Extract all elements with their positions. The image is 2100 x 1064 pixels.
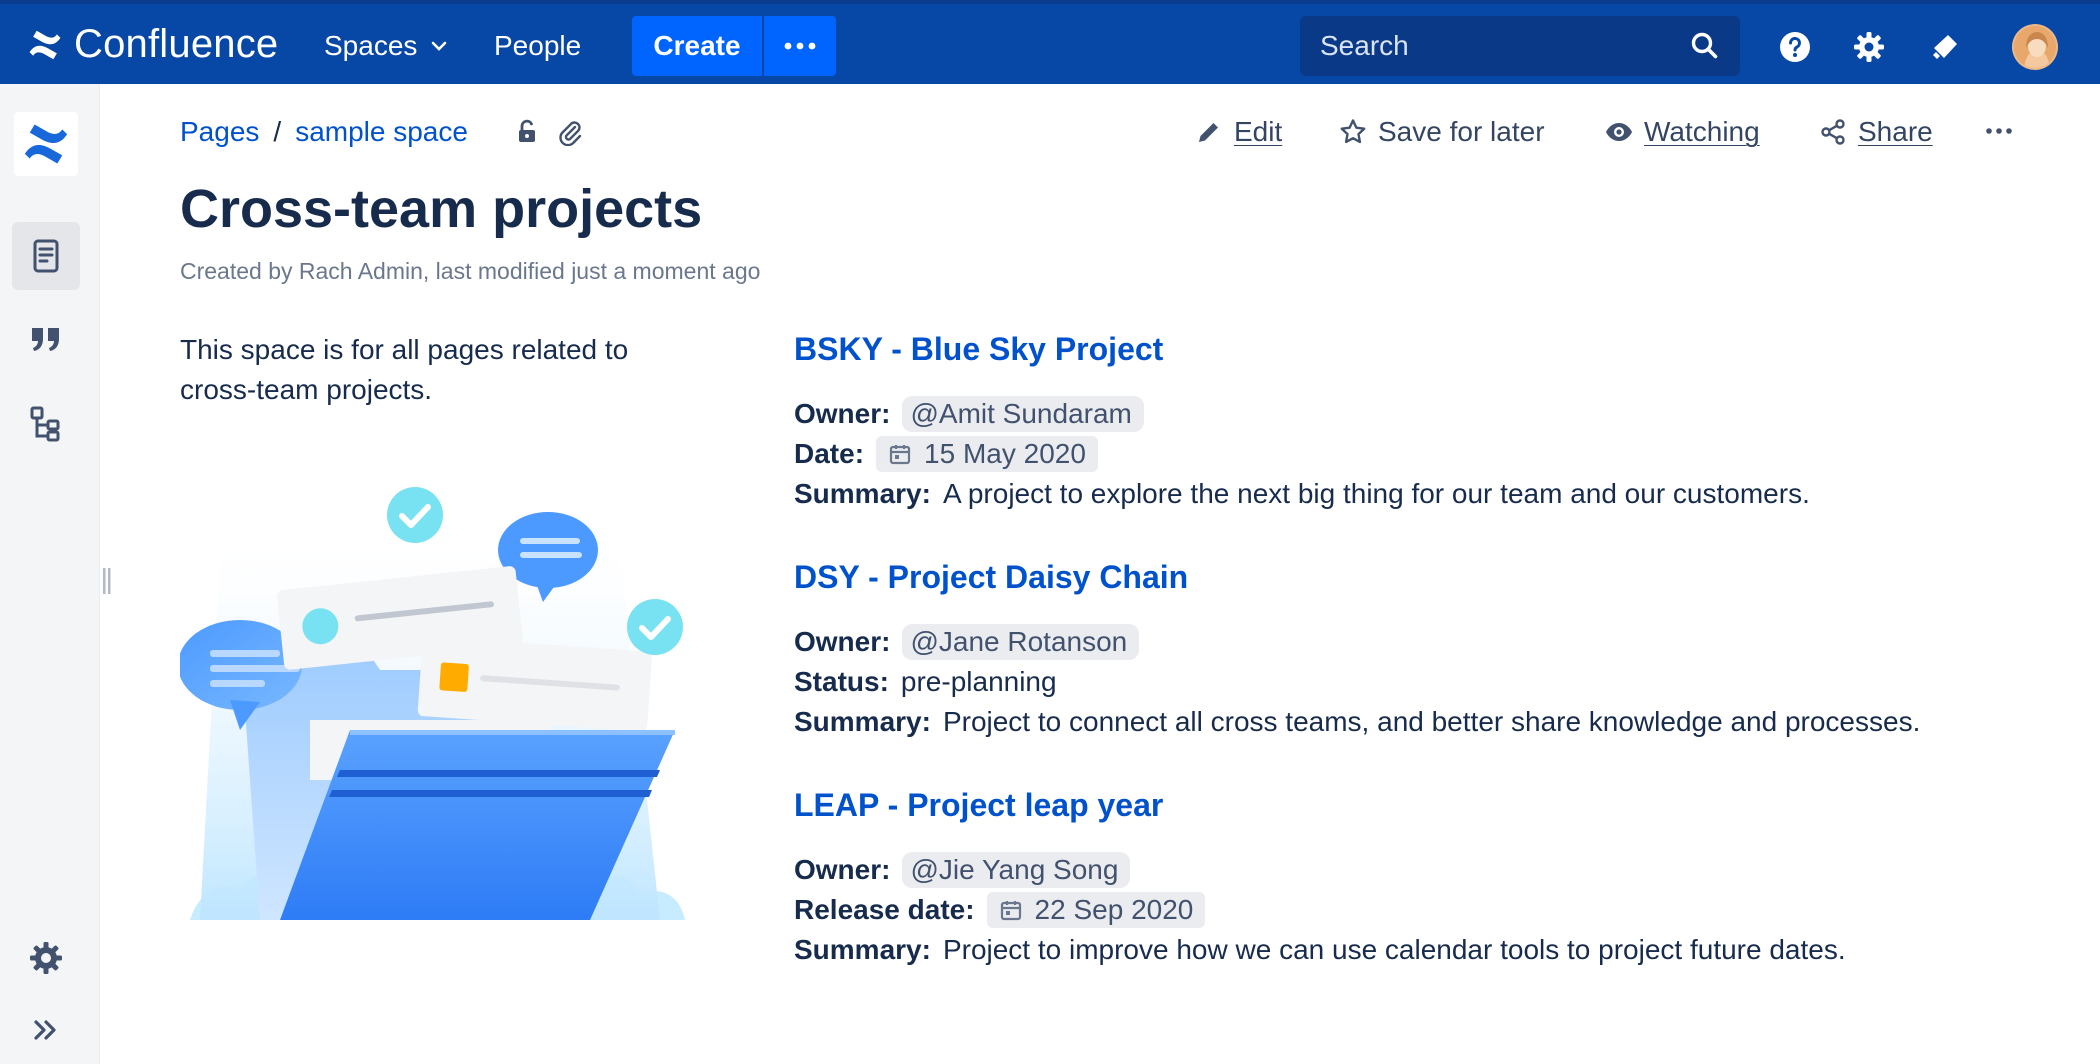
project-title-link[interactable]: BSKY - Blue Sky Project [794,330,2034,368]
status-label: Status: [794,666,889,697]
owner-label: Owner: [794,398,891,429]
watching-label: Watching [1644,116,1760,147]
project-summary-row: Summary: A project to explore the next b… [794,474,2034,514]
page-intro: This space is for all pages related to c… [180,334,629,405]
expand-sidebar-button[interactable] [12,996,80,1064]
megaphone-icon [1933,35,1957,59]
star-icon [1340,119,1366,144]
project-owner-row: Owner: @Amit Sundaram [794,394,2034,434]
release-date-label: Release date: [794,894,975,925]
summary-label: Summary: [794,934,931,965]
edit-label: Edit [1234,116,1283,147]
more-dots-icon [784,42,816,50]
space-settings-icon [30,942,62,974]
folder-illustration [180,487,685,920]
summary-text: Project to improve how we can use calend… [942,934,1846,965]
user-mention[interactable]: @Jie Yang Song [902,852,1131,888]
people-link[interactable]: People [494,30,581,62]
project-item: LEAP - Project leap year Owner: @Jie Yan… [794,786,2034,970]
expand-sidebar-icon [34,1020,56,1040]
project-owner-row: Owner: @Jane Rotanson [794,622,2034,662]
avatar-icon [2014,26,2056,68]
summary-text: Project to connect all cross teams, and … [942,706,1921,737]
attachment-icon[interactable] [556,118,584,146]
watching-button[interactable]: Watching [1604,116,1760,148]
notifications-button[interactable] [1928,30,1962,64]
project-summary-row: Summary: Project to improve how we can u… [794,930,2034,970]
gear-icon [1854,32,1884,62]
edit-button[interactable]: Edit [1194,116,1282,148]
pages-icon [33,239,59,273]
page-title: Cross-team projects [180,179,703,239]
calendar-icon [889,445,911,465]
summary-label: Summary: [794,478,931,509]
create-button[interactable]: Create [632,16,762,76]
date-lozenge[interactable]: 22 Sep 2020 [986,892,1206,928]
sidebar-item-blog[interactable] [12,306,80,374]
help-button[interactable] [1778,30,1812,64]
date-value: 15 May 2020 [924,438,1086,469]
space-logo[interactable] [14,112,78,176]
project-date-row: Date: 15 May 2020 [794,434,2034,474]
date-value: 22 Sep 2020 [1034,894,1194,925]
sidebar-item-page-tree[interactable] [12,390,80,458]
more-horizontal-icon [1986,128,2012,134]
owner-label: Owner: [794,626,891,657]
spaces-label: Spaces [324,30,418,61]
top-navigation: Confluence Spaces People Create Search [0,0,2100,84]
eye-icon [1606,123,1632,141]
project-title-link[interactable]: LEAP - Project leap year [794,786,2034,824]
share-label: Share [1858,116,1933,147]
project-summary-row: Summary: Project to connect all cross te… [794,702,2034,742]
save-for-later-label: Save for later [1378,116,1545,147]
project-item: BSKY - Blue Sky Project Owner: @Amit Sun… [794,330,2034,514]
confluence-home-link[interactable]: Confluence [26,22,278,67]
breadcrumb-separator: / [273,116,282,147]
user-mention[interactable]: @Jane Rotanson [902,624,1140,660]
projects-list: BSKY - Blue Sky Project Owner: @Amit Sun… [794,330,2034,1014]
search-input[interactable]: Search [1300,16,1740,76]
calendar-icon [1000,901,1021,921]
breadcrumb: Pages / sample space [180,116,584,148]
sidebar-item-space-settings[interactable] [12,924,80,992]
space-logo-icon [24,124,68,164]
project-release-date-row: Release date: 22 Sep 2020 [794,890,2034,930]
project-owner-row: Owner: @Jie Yang Song [794,850,2034,890]
help-icon [1780,32,1810,62]
project-title-link[interactable]: DSY - Project Daisy Chain [794,558,2034,596]
share-icon [1821,119,1845,145]
space-sidebar [0,84,100,1064]
search-placeholder: Search [1320,30,1409,61]
chevron-down-icon [432,41,447,51]
owner-label: Owner: [794,854,891,885]
pencil-icon [1199,121,1220,142]
share-button[interactable]: Share [1818,116,1933,148]
user-avatar[interactable] [2012,24,2058,70]
blog-quote-icon [32,328,59,351]
page-byline: Created by Rach Admin, last modified jus… [180,258,761,284]
project-status-row: Status: pre-planning [794,662,2034,702]
create-more-button[interactable] [764,16,836,76]
confluence-logo-icon [29,30,61,59]
more-actions-button[interactable] [1984,116,2014,146]
search-icon [1691,32,1718,59]
breadcrumb-space-link[interactable]: sample space [295,116,468,148]
date-lozenge[interactable]: 15 May 2020 [876,436,1098,472]
people-label: People [494,30,582,61]
page-tree-icon [30,406,60,442]
sidebar-item-pages[interactable] [12,222,80,290]
summary-text: A project to explore the next big thing … [942,478,1810,509]
user-mention[interactable]: @Amit Sundaram [902,396,1144,432]
product-name: Confluence [74,22,279,66]
summary-label: Summary: [794,706,931,737]
settings-button[interactable] [1852,30,1886,64]
unlock-icon[interactable] [514,118,542,146]
breadcrumb-pages-link[interactable]: Pages [180,116,259,148]
spaces-menu[interactable]: Spaces [324,30,449,62]
sidebar-resize-handle[interactable] [102,568,112,594]
save-for-later-button[interactable]: Save for later [1338,116,1545,148]
project-item: DSY - Project Daisy Chain Owner: @Jane R… [794,558,2034,742]
status-value: pre-planning [900,666,1057,697]
date-label: Date: [794,438,865,469]
